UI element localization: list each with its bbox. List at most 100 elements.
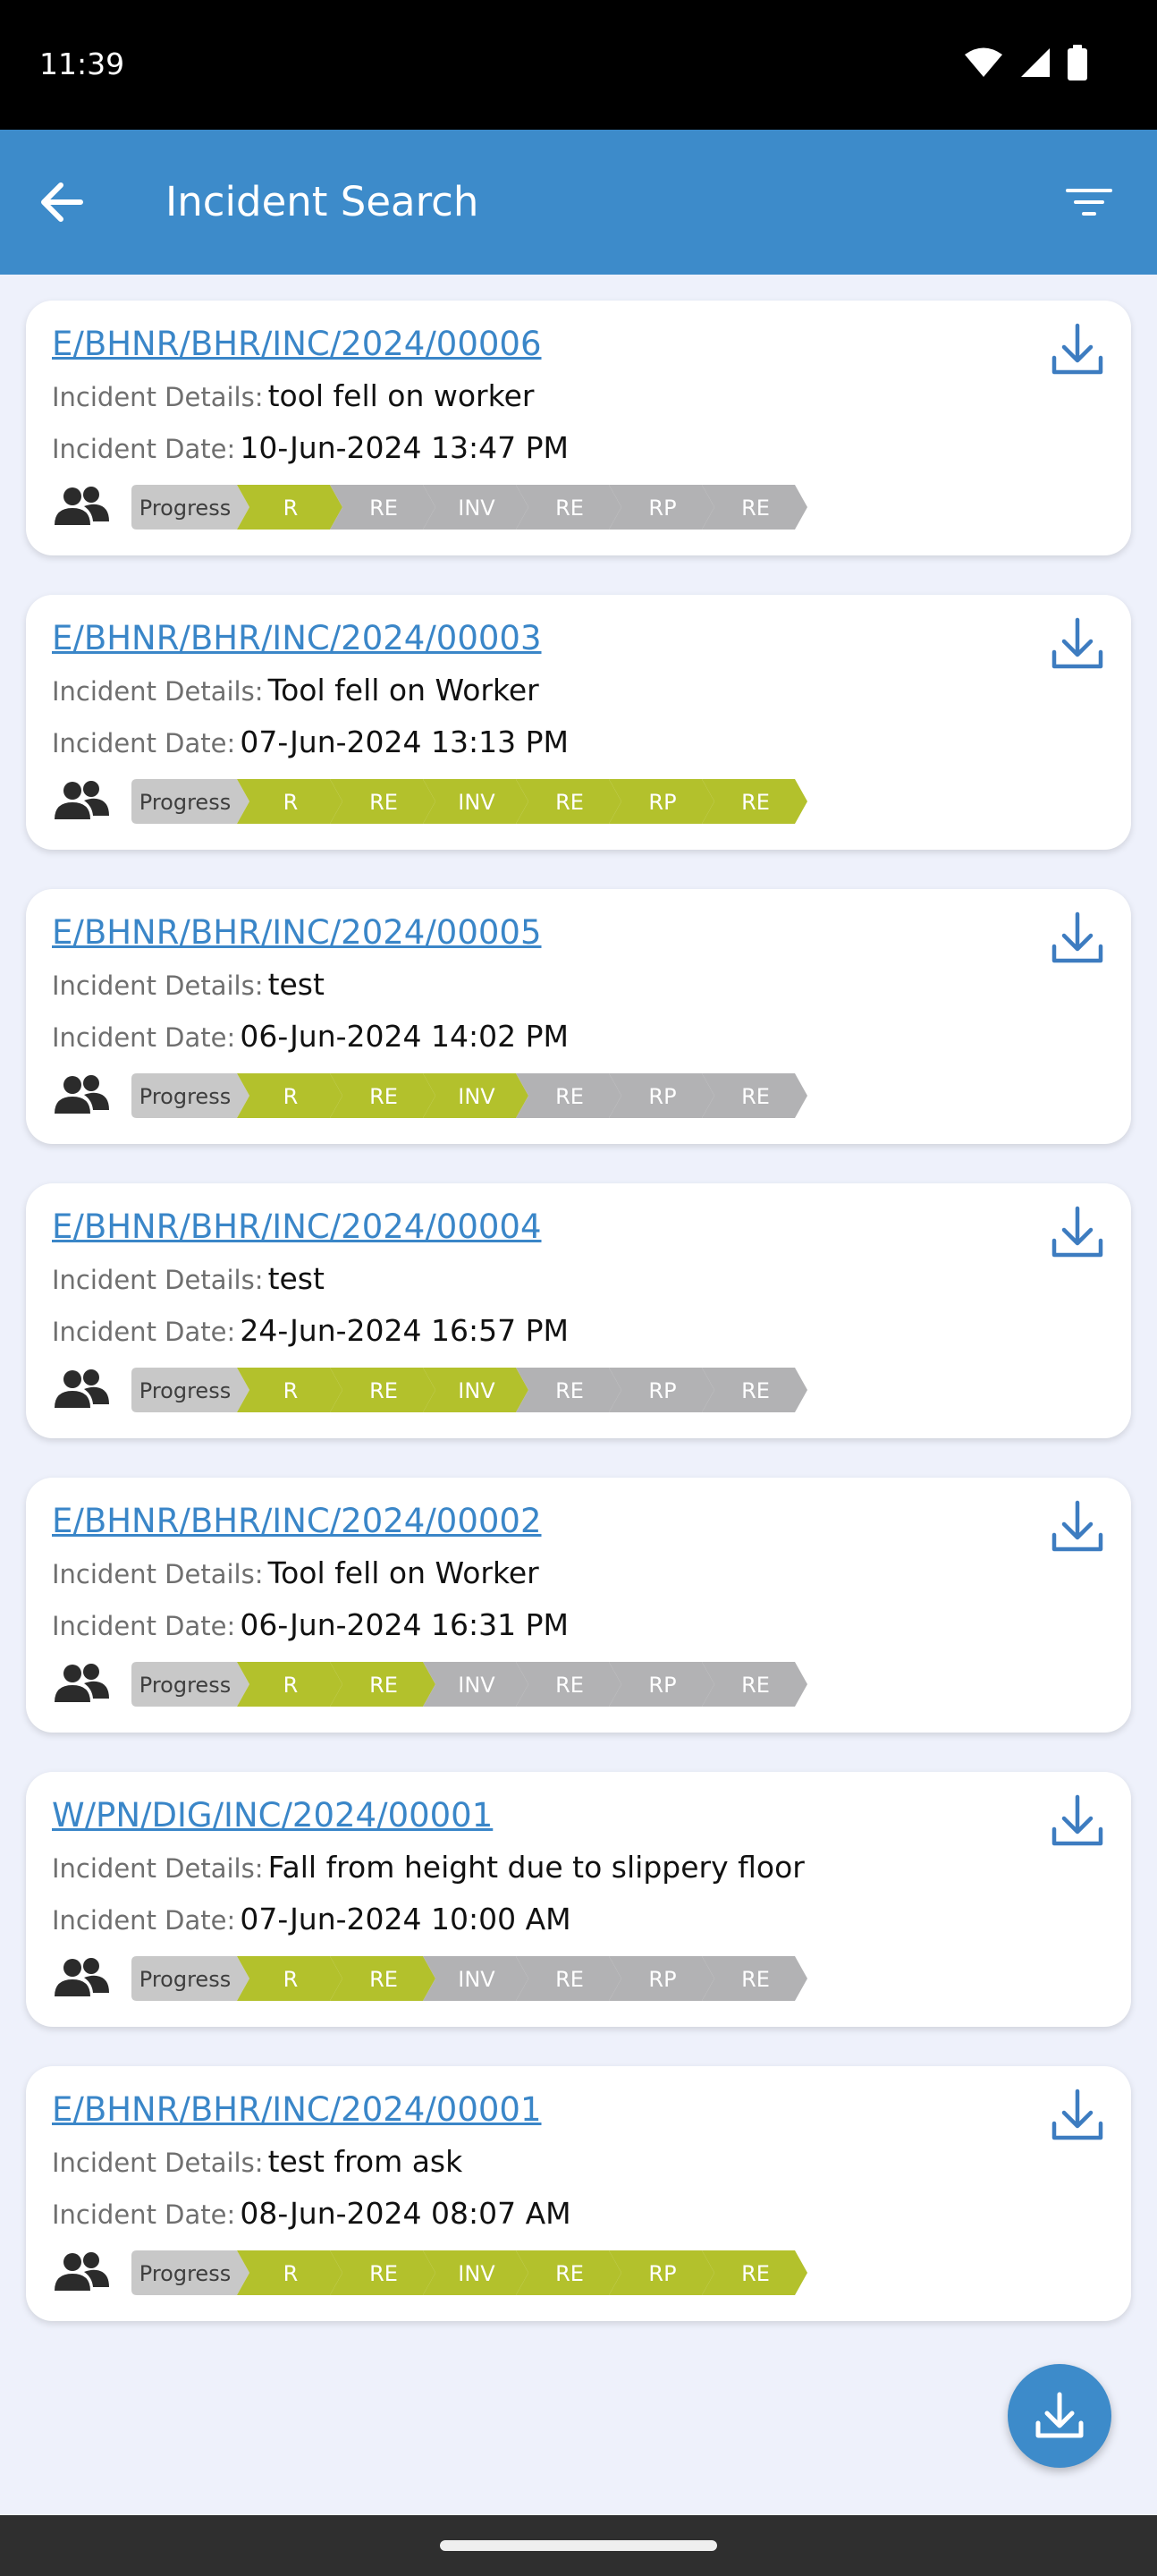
step-chevron: RE (516, 779, 621, 824)
step-label: R (283, 1967, 299, 1992)
step-chevron: INV (423, 1368, 528, 1412)
incident-card: E/BHNR/BHR/INC/2024/00006 Incident Detail… (26, 301, 1131, 555)
people-button[interactable] (52, 1073, 111, 1118)
people-button[interactable] (52, 1662, 111, 1707)
step-label: Progress (139, 1967, 231, 1992)
people-button[interactable] (52, 2250, 111, 2295)
step-label: INV (458, 1967, 495, 1992)
progress-steps: Progress R RE INV RE RP RE (131, 779, 807, 824)
incident-date-value: 10-Jun-2024 13:47 PM (240, 430, 569, 465)
incident-details-value: test (267, 967, 325, 1002)
download-all-button[interactable] (1008, 2364, 1111, 2468)
step-chevron: R (237, 1073, 342, 1118)
incident-date-value: 06-Jun-2024 14:02 PM (240, 1019, 569, 1054)
step-chevron: RE (702, 2250, 807, 2295)
card-download-button[interactable] (1043, 905, 1111, 973)
incident-card: E/BHNR/BHR/INC/2024/00004 Incident Detail… (26, 1183, 1131, 1438)
incident-id-link[interactable]: E/BHNR/BHR/INC/2024/00004 (52, 1205, 542, 1250)
step-label: RE (555, 1378, 584, 1403)
incident-date-value: 07-Jun-2024 10:00 AM (240, 1902, 571, 1936)
card-download-button[interactable] (1043, 1199, 1111, 1267)
battery-icon (1068, 45, 1087, 80)
back-button[interactable] (36, 175, 89, 229)
download-icon (1051, 911, 1103, 963)
incident-details-row: Incident Details: Fall from height due t… (52, 1847, 805, 1894)
step-label: RP (648, 1378, 676, 1403)
step-chevron: RE (330, 1662, 435, 1707)
step-label: RP (648, 790, 676, 815)
card-download-button[interactable] (1043, 611, 1111, 679)
people-button[interactable] (52, 1956, 111, 2001)
wifi-icon (965, 47, 1002, 77)
step-label: RE (741, 1084, 770, 1109)
filter-icon (1066, 189, 1112, 216)
step-chevron: R (237, 1368, 342, 1412)
card-download-button[interactable] (1043, 317, 1111, 385)
incident-card: W/PN/DIG/INC/2024/00001 Incident Details:… (26, 1772, 1131, 2027)
incident-details-row: Incident Details: test from ask (52, 2141, 462, 2188)
step-chevron: RE (702, 779, 807, 824)
incident-id-link[interactable]: E/BHNR/BHR/INC/2024/00002 (52, 1499, 542, 1544)
incident-details-row: Incident Details: test (52, 964, 325, 1011)
incident-card: E/BHNR/BHR/INC/2024/00003 Incident Detail… (26, 595, 1131, 850)
incident-date-label: Incident Date: (52, 434, 236, 464)
home-gesture-bar[interactable] (440, 2540, 717, 2551)
card-download-button[interactable] (1043, 1494, 1111, 1562)
step-label: INV (458, 1378, 495, 1403)
step-label: INV (458, 496, 495, 521)
step-chevron: R (237, 779, 342, 824)
incident-date-label: Incident Date: (52, 1022, 236, 1053)
step-chevron: RE (330, 1368, 435, 1412)
filter-button[interactable] (1064, 180, 1114, 225)
step-label: RE (555, 496, 584, 521)
progress-tag: Progress (131, 1956, 249, 2001)
incident-date-value: 07-Jun-2024 13:13 PM (240, 724, 569, 759)
incident-date-value: 08-Jun-2024 08:07 AM (240, 2196, 571, 2231)
step-label: RE (369, 2261, 398, 2286)
incident-details-value: Fall from height due to slippery floor (267, 1850, 805, 1885)
incident-id-link[interactable]: E/BHNR/BHR/INC/2024/00003 (52, 616, 542, 661)
progress-steps: Progress R RE INV RE RP RE (131, 1662, 807, 1707)
download-icon (1051, 1500, 1103, 1552)
incident-details-value: tool fell on worker (267, 378, 535, 413)
progress-steps: Progress R RE INV RE RP RE (131, 1956, 807, 2001)
incident-date-row: Incident Date: 07-Jun-2024 13:13 PM (52, 722, 569, 768)
download-icon (1051, 323, 1103, 375)
step-label: RP (648, 1967, 676, 1992)
step-label: R (283, 1673, 299, 1698)
incident-card: E/BHNR/BHR/INC/2024/00001 Incident Detail… (26, 2066, 1131, 2321)
incident-id-link[interactable]: E/BHNR/BHR/INC/2024/00006 (52, 322, 542, 367)
step-label: RE (741, 2261, 770, 2286)
people-button[interactable] (52, 779, 111, 824)
card-download-button[interactable] (1043, 1788, 1111, 1856)
status-icons (964, 45, 1087, 80)
step-chevron: RP (609, 1956, 714, 2001)
incident-date-value: 24-Jun-2024 16:57 PM (240, 1313, 569, 1348)
incident-details-label: Incident Details: (52, 1853, 264, 1884)
progress-tag: Progress (131, 1368, 249, 1412)
incident-id-link[interactable]: W/PN/DIG/INC/2024/00001 (52, 1793, 493, 1838)
card-download-button[interactable] (1043, 2082, 1111, 2150)
step-label: Progress (139, 496, 231, 521)
progress-bar: Progress R RE INV RE RP RE (131, 1956, 847, 2001)
people-button[interactable] (52, 485, 111, 530)
incident-details-row: Incident Details: Tool fell on Worker (52, 670, 539, 716)
step-chevron: RE (702, 1073, 807, 1118)
incident-details-label: Incident Details: (52, 1265, 264, 1295)
incident-date-label: Incident Date: (52, 1905, 236, 1936)
step-chevron: RE (330, 1956, 435, 2001)
incident-id-link[interactable]: E/BHNR/BHR/INC/2024/00005 (52, 911, 542, 955)
progress-bar: Progress R RE INV RE RP RE (131, 485, 847, 530)
step-label: R (283, 2261, 299, 2286)
step-label: RP (648, 1673, 676, 1698)
people-button[interactable] (52, 1368, 111, 1412)
step-chevron: INV (423, 779, 528, 824)
download-icon (1051, 2089, 1103, 2140)
progress-tag: Progress (131, 485, 249, 530)
incident-card: E/BHNR/BHR/INC/2024/00005 Incident Detail… (26, 889, 1131, 1144)
progress-steps: Progress R RE INV RE RP RE (131, 2250, 807, 2295)
incident-date-label: Incident Date: (52, 728, 236, 758)
incident-id-link[interactable]: E/BHNR/BHR/INC/2024/00001 (52, 2088, 542, 2132)
step-chevron: RE (330, 779, 435, 824)
step-label: Progress (139, 1673, 231, 1698)
